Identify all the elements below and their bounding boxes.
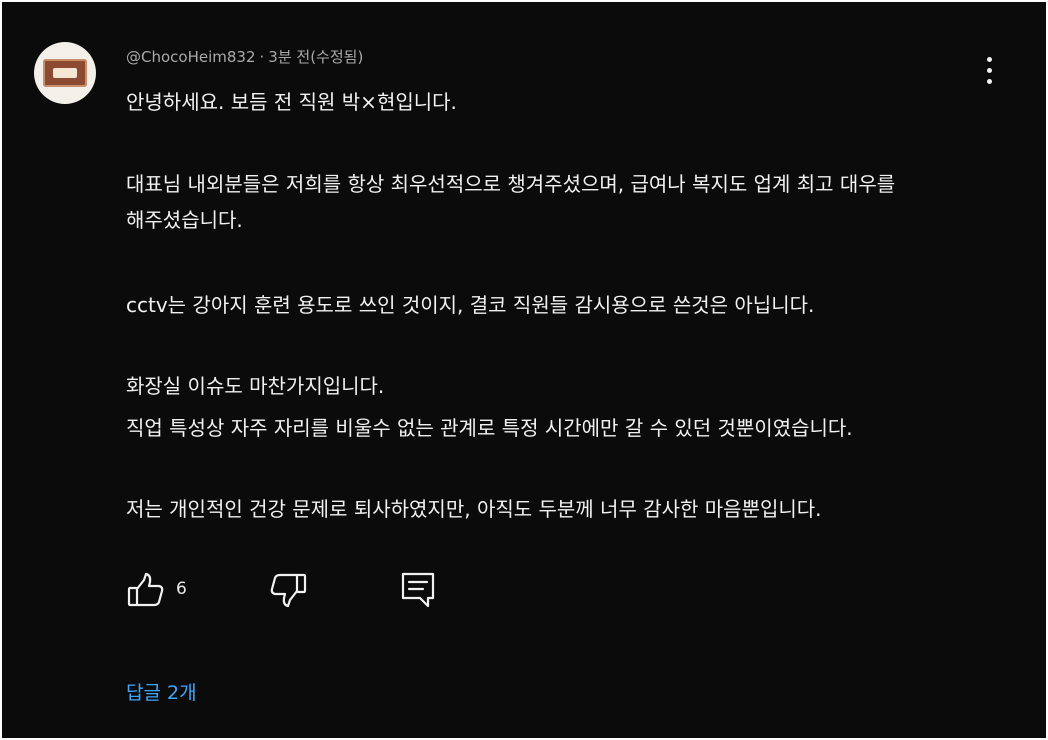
comment-panel: @ChocoHeim832 · 3분 전(수정됨) 안녕하세요. 보듬 전 직원 박… xyxy=(2,2,1046,738)
comment-line: 안녕하세요. 보듬 전 직원 박×현입니다. xyxy=(126,90,457,114)
more-options-icon[interactable] xyxy=(978,54,1002,88)
like-button[interactable] xyxy=(126,570,166,610)
like-count: 6 xyxy=(176,579,187,599)
comment-line: 화장실 이슈도 마찬가지입니다. xyxy=(126,374,385,398)
comment-line: 대표님 내외분들은 저희를 항상 최우선적으로 챙겨주셨으며, 급여나 복지도 … xyxy=(126,172,896,196)
avatar[interactable] xyxy=(34,42,96,104)
view-replies-link[interactable]: 답글 2개 xyxy=(126,678,197,705)
comment-line: 저는 개인적인 건강 문제로 퇴사하였지만, 아직도 두분께 너무 감사한 마음… xyxy=(126,497,822,521)
snack-package-image xyxy=(43,59,87,87)
comment-line: 직업 특성상 자주 자리를 비울수 없는 관계로 특정 시간에만 갈 수 있던 … xyxy=(126,416,853,440)
comment-timestamp[interactable]: 3분 전(수정됨) xyxy=(268,48,363,66)
thumbs-up-icon xyxy=(127,572,164,607)
dislike-button[interactable] xyxy=(268,570,308,610)
reply-icon xyxy=(401,572,435,608)
thumbs-down-icon xyxy=(270,573,307,608)
reply-button[interactable] xyxy=(398,570,438,610)
comment-line: cctv는 강아지 훈련 용도로 쓰인 것이지, 결코 직원들 감시용으로 쓴것… xyxy=(126,293,815,317)
meta-separator: · xyxy=(259,48,265,66)
comment-line: 해주셨습니다. xyxy=(126,208,243,232)
author-name[interactable]: @ChocoHeim832 xyxy=(126,48,256,66)
comment-header: @ChocoHeim832 · 3분 전(수정됨) xyxy=(126,46,363,67)
